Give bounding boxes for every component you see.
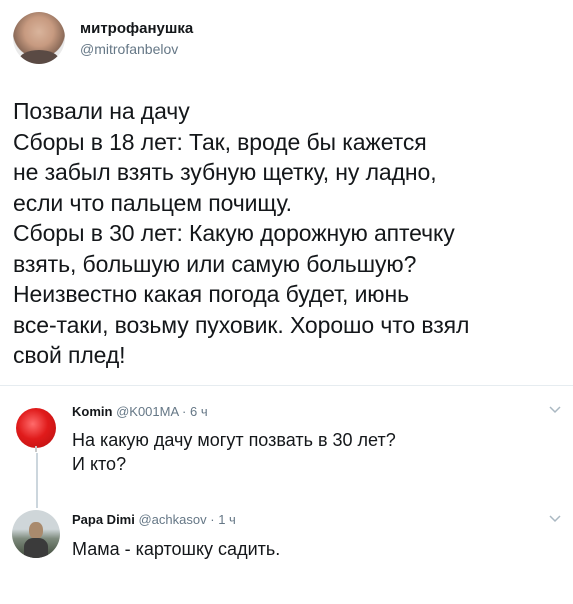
avatar-shirt — [19, 50, 59, 64]
reply-author-name[interactable]: Papa Dimi — [72, 512, 135, 527]
thread-line — [36, 453, 38, 508]
reply-author-handle[interactable]: @K001MA — [116, 404, 178, 419]
reply-author-name[interactable]: Komin — [72, 404, 112, 419]
author-avatar[interactable] — [13, 12, 65, 64]
chevron-down-icon — [549, 515, 561, 523]
tweet-text: Позвали на дачу Сборы в 18 лет: Так, вро… — [13, 98, 470, 368]
avatar-face — [29, 522, 43, 539]
reply-time[interactable]: 6 ч — [190, 404, 208, 419]
reply-text: Мама - картошку садить. — [72, 539, 281, 559]
reply-author-handle[interactable]: @achkasov — [138, 512, 206, 527]
chevron-down-icon[interactable] — [548, 403, 562, 417]
reply-text: На какую дачу могут позвать в 30 лет? И … — [72, 430, 396, 474]
reply-header: Papa Dimi @achkasov · 1 ч — [72, 512, 236, 527]
avatar-body — [24, 538, 48, 558]
lollipop-icon — [16, 408, 56, 448]
reply-avatar[interactable] — [12, 404, 60, 452]
author-handle[interactable]: @mitrofanbelov — [80, 41, 178, 57]
separator-dot: · — [210, 512, 215, 527]
author-name[interactable]: митрофанушка — [80, 20, 193, 37]
separator-dot: · — [182, 404, 187, 419]
reply-time[interactable]: 1 ч — [218, 512, 236, 527]
reply-header: Komin @K001MA · 6 ч — [72, 404, 208, 419]
divider — [0, 385, 573, 386]
reply-avatar[interactable] — [12, 510, 60, 558]
chevron-down-icon[interactable] — [548, 512, 562, 526]
chevron-down-icon — [549, 406, 561, 414]
lollipop-stick — [35, 446, 37, 452]
